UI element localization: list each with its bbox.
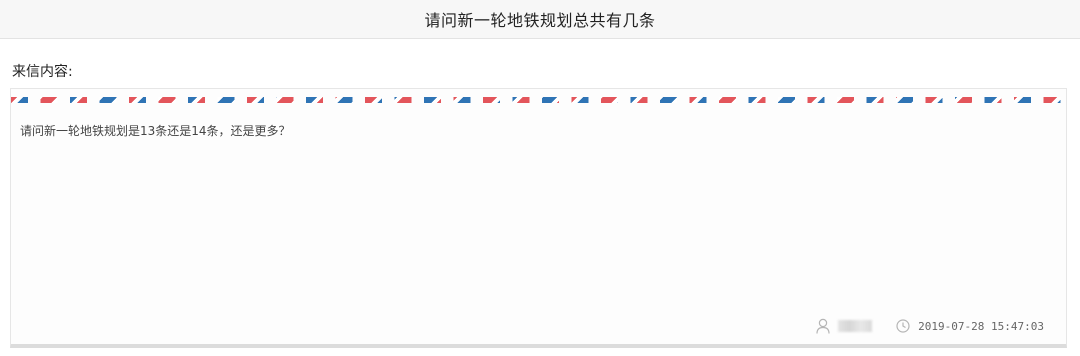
letter-body: 请问新一轮地铁规划是13条还是14条，还是更多？ (20, 124, 291, 138)
letter-content-label: 来信内容: (12, 64, 73, 80)
page-header: 请问新一轮地铁规划总共有几条 (0, 0, 1080, 39)
letter-card: 请问新一轮地铁规划是13条还是14条，还是更多？ 2019-07-28 15:4… (10, 88, 1067, 348)
airmail-stripe-gaps (11, 97, 1066, 103)
clock-icon (896, 319, 910, 333)
letter-timestamp: 2019-07-28 15:47:03 (918, 319, 1044, 333)
user-icon (816, 318, 830, 334)
author-name-redacted (838, 320, 873, 332)
letter-meta: 2019-07-28 15:47:03 (816, 318, 1044, 334)
page-title: 请问新一轮地铁规划总共有几条 (424, 11, 656, 30)
